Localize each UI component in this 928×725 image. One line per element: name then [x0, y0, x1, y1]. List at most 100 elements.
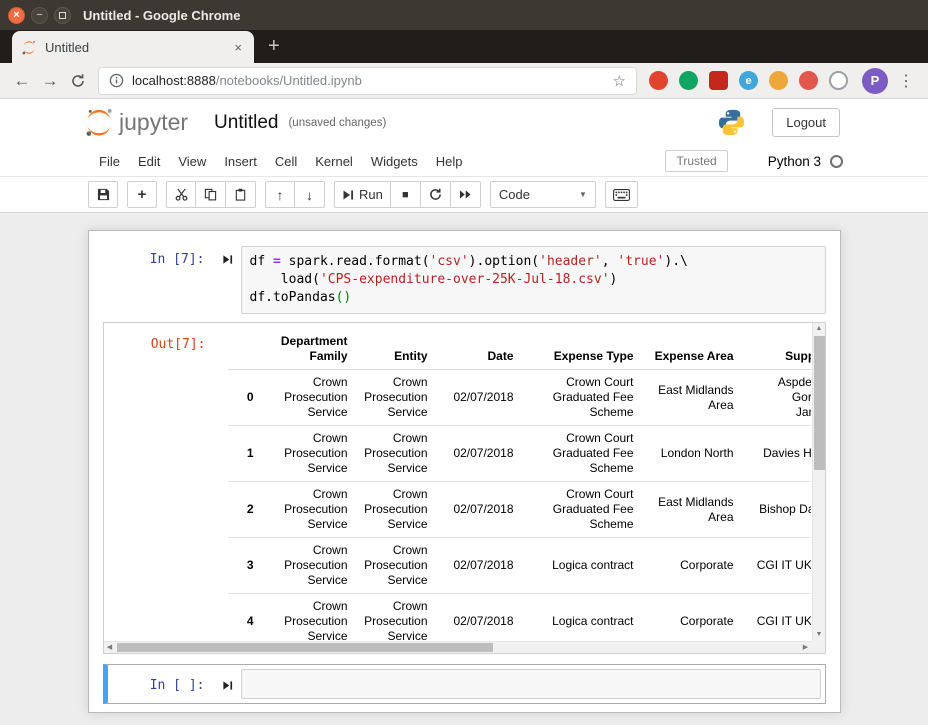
save-button[interactable]	[88, 181, 118, 208]
run-button[interactable]: Run	[334, 181, 391, 208]
interrupt-kernel-button[interactable]: ■	[391, 181, 421, 208]
kernel-name: Python 3	[768, 154, 821, 169]
keyboard-icon	[613, 189, 630, 201]
cell-type-dropdown[interactable]: Code ▼	[490, 181, 596, 208]
row-index: 2	[228, 482, 262, 538]
restart-run-all-button[interactable]	[451, 181, 481, 208]
browser-menu-icon[interactable]: ⋮	[896, 71, 920, 91]
menu-insert[interactable]: Insert	[215, 150, 266, 173]
column-header: Date	[436, 329, 522, 370]
forward-button[interactable]: →	[36, 71, 64, 91]
copy-icon	[204, 188, 217, 201]
jupyter-menubar-items: FileEditViewInsertCellKernelWidgetsHelp	[90, 150, 472, 173]
menu-cell[interactable]: Cell	[266, 150, 306, 173]
chevron-down-icon: ▼	[579, 190, 587, 199]
menu-edit[interactable]: Edit	[129, 150, 169, 173]
move-cell-up-button[interactable]: ↑	[265, 181, 295, 208]
table-row: 2Crown Prosecution ServiceCrown Prosecut…	[228, 482, 811, 538]
input-prompt: In [7]:	[103, 246, 215, 267]
run-cell-icon[interactable]	[222, 254, 233, 265]
column-header: Expense Type	[522, 329, 642, 370]
row-index: 3	[228, 538, 262, 594]
page-info-icon[interactable]	[109, 73, 124, 88]
new-tab-button[interactable]: +	[254, 30, 294, 63]
table-cell: Crown Prosecution Service	[262, 426, 356, 482]
window-title: Untitled - Google Chrome	[83, 8, 240, 23]
move-cell-down-button[interactable]: ↓	[295, 181, 325, 208]
omnibox[interactable]: localhost:8888/notebooks/Untitled.ipynb …	[98, 67, 637, 95]
scroll-left-icon[interactable]: ◀	[104, 642, 116, 654]
extension-orange-circle-icon[interactable]	[799, 71, 818, 90]
horizontal-scroll-thumb[interactable]	[117, 643, 493, 652]
notebook-body: In [7]: df = spark.read.format('csv').op…	[0, 213, 928, 725]
column-header: Expense Area	[642, 329, 742, 370]
window-maximize-button[interactable]	[54, 7, 71, 24]
add-cell-button[interactable]: +	[127, 181, 157, 208]
empty-input-prompt: In [ ]:	[112, 676, 215, 693]
browser-tabbar: Untitled × +	[0, 30, 928, 63]
code-editor[interactable]: df = spark.read.format('csv').option('he…	[241, 246, 826, 314]
scrollbar-corner	[812, 641, 825, 653]
cut-cell-button[interactable]	[166, 181, 196, 208]
scroll-up-icon[interactable]: ▲	[813, 323, 826, 335]
scroll-down-icon[interactable]: ▼	[813, 629, 826, 641]
table-cell: Crown Prosecution Service	[262, 538, 356, 594]
menu-help[interactable]: Help	[427, 150, 472, 173]
vertical-scrollbar[interactable]: ▲ ▼	[812, 323, 825, 641]
url-host: localhost:8888	[132, 73, 216, 88]
table-cell: Crown Prosecution Service	[262, 370, 356, 426]
horizontal-scrollbar[interactable]: ◀ ▶	[104, 641, 812, 653]
back-button[interactable]: ←	[8, 71, 36, 91]
table-row: 0Crown Prosecution ServiceCrown Prosecut…	[228, 370, 811, 426]
jupyter-logo[interactable]: jupyter	[84, 107, 188, 138]
window-titlebar: × − Untitled - Google Chrome	[0, 0, 928, 30]
menu-file[interactable]: File	[90, 150, 129, 173]
profile-avatar[interactable]: P	[862, 68, 888, 94]
extension-amber-circle-icon[interactable]	[769, 71, 788, 90]
table-cell: London North	[642, 426, 742, 482]
trusted-badge: Trusted	[665, 150, 727, 172]
window-close-button[interactable]: ×	[8, 7, 25, 24]
table-cell: Crown Prosecution Service	[262, 482, 356, 538]
extension-red-square-icon[interactable]	[709, 71, 728, 90]
table-cell: East Midlands Area	[642, 482, 742, 538]
jupyter-favicon-icon	[22, 40, 36, 55]
scroll-right-icon[interactable]: ▶	[800, 642, 812, 654]
browser-tab-untitled[interactable]: Untitled ×	[12, 31, 254, 63]
extension-green-circle-icon[interactable]	[679, 71, 698, 90]
tab-close-button[interactable]: ×	[232, 40, 244, 55]
table-cell: Corporate	[642, 538, 742, 594]
jupyter-logo-icon	[84, 107, 114, 138]
bookmark-star-icon[interactable]: ☆	[613, 72, 626, 90]
paste-cell-button[interactable]	[226, 181, 256, 208]
table-cell: Crown Prosecution Service	[356, 538, 436, 594]
logout-button[interactable]: Logout	[772, 108, 840, 137]
copy-cell-button[interactable]	[196, 181, 226, 208]
empty-code-cell[interactable]: In [ ]:	[103, 664, 826, 704]
dataframe-output: Department FamilyEntityDateExpense TypeE…	[216, 323, 811, 649]
maximize-icon	[59, 12, 66, 19]
minimize-icon: −	[36, 10, 42, 21]
jupyter-menubar: FileEditViewInsertCellKernelWidgetsHelp …	[0, 146, 928, 177]
run-cell-icon[interactable]	[222, 680, 233, 691]
table-cell: Crown Prosecution Service	[356, 482, 436, 538]
reload-button[interactable]	[64, 73, 92, 89]
menu-kernel[interactable]: Kernel	[306, 150, 362, 173]
menu-widgets[interactable]: Widgets	[362, 150, 427, 173]
code-cell[interactable]: In [7]: df = spark.read.format('csv').op…	[103, 246, 826, 314]
extension-blue-e-icon[interactable]: e	[739, 71, 758, 90]
menu-view[interactable]: View	[169, 150, 215, 173]
vertical-scroll-thumb[interactable]	[814, 336, 825, 470]
empty-code-editor[interactable]	[241, 669, 821, 699]
command-palette-button[interactable]	[605, 181, 638, 208]
browser-addressbar: ← → localhost:8888/notebooks/Untitled.ip…	[0, 63, 928, 99]
restart-kernel-button[interactable]	[421, 181, 451, 208]
extension-gray-ring-icon[interactable]	[829, 71, 848, 90]
notebook-title[interactable]: Untitled	[214, 112, 278, 134]
table-cell: 02/07/2018	[436, 426, 522, 482]
output-scroll-area[interactable]: Out[7]: Department FamilyEntityDateExpen…	[103, 322, 826, 654]
plus-icon: +	[138, 186, 147, 203]
extension-icons: e	[649, 71, 848, 90]
window-minimize-button[interactable]: −	[31, 7, 48, 24]
extension-red-circle-icon[interactable]	[649, 71, 668, 90]
